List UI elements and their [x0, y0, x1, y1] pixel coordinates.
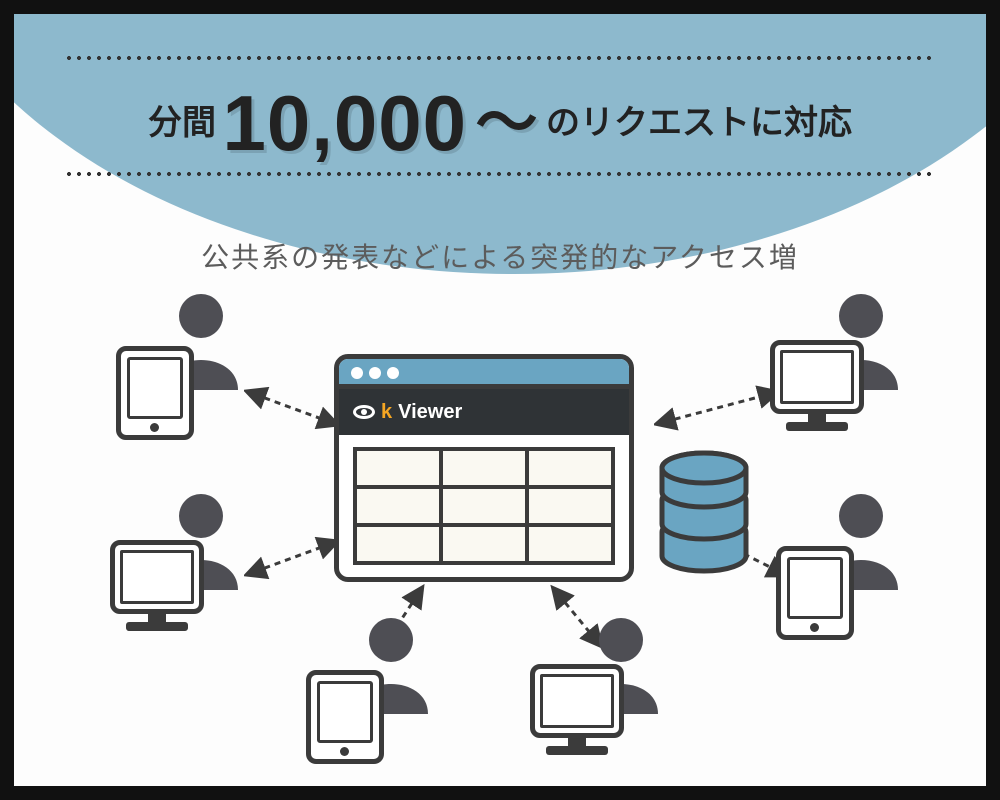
brand-k: k	[381, 401, 392, 424]
subheadline: 公共系の発表などによる突発的なアクセス増	[14, 236, 986, 276]
database-icon	[654, 448, 754, 578]
eye-icon	[353, 405, 375, 419]
arrow-tr	[654, 384, 784, 434]
tablet-icon	[776, 546, 854, 640]
window-dot-icon	[387, 367, 399, 379]
monitor-icon	[770, 340, 864, 414]
headline: 分間 10,000 〜 のリクエストに対応	[14, 72, 986, 169]
app-menubar: k Viewer	[339, 389, 629, 435]
headline-number: 10,000	[222, 79, 467, 167]
headline-tilde: 〜	[476, 89, 538, 158]
monitor-icon	[530, 664, 624, 738]
monitor-icon	[110, 540, 204, 614]
arrow-ml	[244, 534, 344, 584]
arrow-tl	[244, 384, 344, 434]
dotted-divider-bottom	[64, 172, 936, 176]
diagram-frame: 分間 10,000 〜 のリクエストに対応 公共系の発表などによる突発的なアクセ…	[0, 0, 1000, 800]
app-body	[339, 435, 629, 577]
tablet-icon	[116, 346, 194, 440]
window-dot-icon	[351, 367, 363, 379]
headline-prefix: 分間	[148, 104, 216, 142]
headline-suffix: のリクエストに対応	[546, 104, 852, 142]
app-titlebar	[339, 359, 629, 389]
kviewer-app-window: k Viewer	[334, 354, 634, 582]
diagram-stage: k Viewer	[14, 294, 986, 786]
dotted-divider-top	[64, 56, 936, 60]
data-grid-icon	[353, 447, 615, 565]
brand-rest: Viewer	[398, 401, 462, 424]
window-dot-icon	[369, 367, 381, 379]
tablet-icon	[306, 670, 384, 764]
